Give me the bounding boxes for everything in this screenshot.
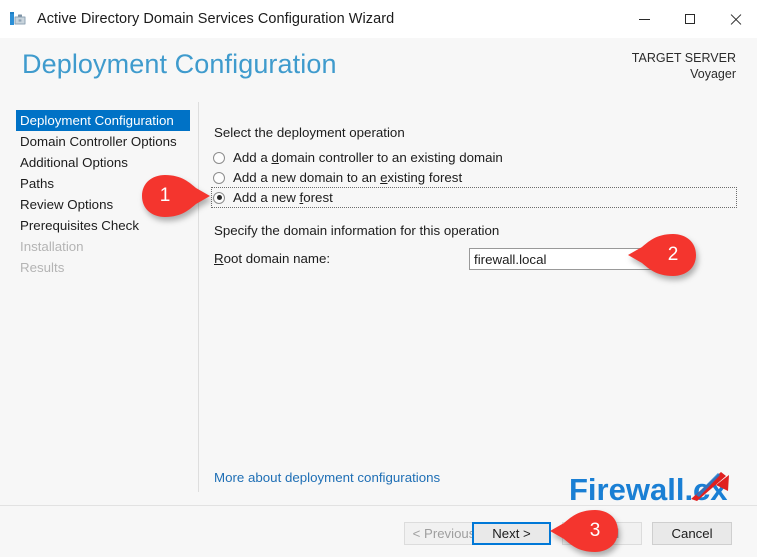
target-server-label: TARGET SERVER bbox=[631, 51, 736, 65]
body-area: Deployment Configuration Domain Controll… bbox=[0, 102, 757, 505]
radio-label-prefix: Add a new bbox=[233, 190, 300, 205]
next-button[interactable]: Next > bbox=[472, 522, 551, 545]
window-title: Active Directory Domain Services Configu… bbox=[37, 11, 395, 27]
radio-label-prefix: Add a bbox=[233, 150, 272, 165]
title-bar: Active Directory Domain Services Configu… bbox=[0, 0, 757, 38]
sidebar-item-prerequisites-check[interactable]: Prerequisites Check bbox=[0, 215, 198, 236]
close-button[interactable] bbox=[712, 0, 757, 38]
root-domain-name-input[interactable] bbox=[469, 248, 671, 270]
radio-label-prefix: Add a new domain to an bbox=[233, 170, 381, 185]
radio-icon[interactable] bbox=[213, 151, 225, 164]
server-wizard-icon bbox=[7, 8, 29, 30]
content-pane: Select the deployment operation Add a do… bbox=[199, 102, 757, 505]
sidebar-item-results: Results bbox=[20, 260, 65, 275]
root-domain-label-suffix: oot domain name: bbox=[223, 251, 331, 266]
radio-icon[interactable] bbox=[213, 171, 225, 184]
page-title: Deployment Configuration bbox=[22, 49, 337, 79]
radio-label-add-new-forest: Add a new forest bbox=[233, 190, 333, 205]
sidebar-item-installation: Installation bbox=[20, 239, 84, 254]
window-controls bbox=[622, 0, 757, 38]
radio-label-suffix: omain controller to an existing domain bbox=[278, 150, 503, 165]
sidebar-item-review-options[interactable]: Review Options bbox=[0, 194, 198, 215]
root-domain-accelerator: R bbox=[214, 251, 224, 266]
footer-button-bar: < Previous Next > Install Cancel bbox=[0, 505, 757, 557]
target-server-name: Voyager bbox=[690, 67, 736, 81]
maximize-button[interactable] bbox=[667, 0, 712, 38]
radio-accelerator: d bbox=[271, 150, 279, 165]
close-icon bbox=[729, 13, 741, 25]
maximize-icon bbox=[684, 14, 695, 24]
root-domain-name-label: Root domain name: bbox=[214, 251, 330, 266]
minimize-button[interactable] bbox=[622, 0, 667, 38]
wizard-window: Active Directory Domain Services Configu… bbox=[0, 0, 757, 557]
wizard-step-list: Deployment Configuration Domain Controll… bbox=[0, 110, 198, 278]
radio-add-domain-controller[interactable]: Add a domain controller to an existing d… bbox=[212, 148, 503, 167]
radio-accelerator: e bbox=[380, 170, 388, 185]
radio-label-suffix: orest bbox=[303, 190, 333, 205]
radio-label-suffix: xisting forest bbox=[387, 170, 463, 185]
radio-label-add-domain-controller: Add a domain controller to an existing d… bbox=[233, 150, 503, 165]
sidebar-item-additional-options[interactable]: Additional Options bbox=[0, 152, 198, 173]
next-button-label: Next > bbox=[492, 526, 531, 541]
deployment-operation-label: Select the deployment operation bbox=[214, 125, 405, 140]
install-button-label: Install bbox=[584, 526, 620, 541]
sidebar-item-deployment-configuration[interactable]: Deployment Configuration bbox=[16, 110, 190, 131]
sidebar-item-paths[interactable]: Paths bbox=[0, 173, 198, 194]
radio-add-new-domain[interactable]: Add a new domain to an existing forest bbox=[212, 168, 462, 187]
domain-information-label: Specify the domain information for this … bbox=[214, 223, 500, 238]
cancel-button-label: Cancel bbox=[671, 526, 713, 541]
cancel-button[interactable]: Cancel bbox=[652, 522, 732, 545]
radio-label-add-new-domain: Add a new domain to an existing forest bbox=[233, 170, 462, 185]
more-about-deployment-configurations-link[interactable]: More about deployment configurations bbox=[214, 470, 440, 485]
previous-button-label: < Previous bbox=[412, 526, 476, 541]
target-server-block: TARGET SERVER Voyager bbox=[632, 50, 736, 82]
header-band: Deployment Configuration TARGET SERVER V… bbox=[0, 38, 757, 102]
radio-icon[interactable] bbox=[213, 191, 225, 204]
install-button[interactable]: Install bbox=[562, 522, 642, 545]
sidebar-item-domain-controller-options[interactable]: Domain Controller Options bbox=[0, 131, 198, 152]
radio-add-new-forest[interactable]: Add a new forest bbox=[211, 187, 737, 208]
minimize-icon bbox=[639, 18, 650, 20]
root-domain-row: Root domain name: bbox=[214, 248, 744, 270]
